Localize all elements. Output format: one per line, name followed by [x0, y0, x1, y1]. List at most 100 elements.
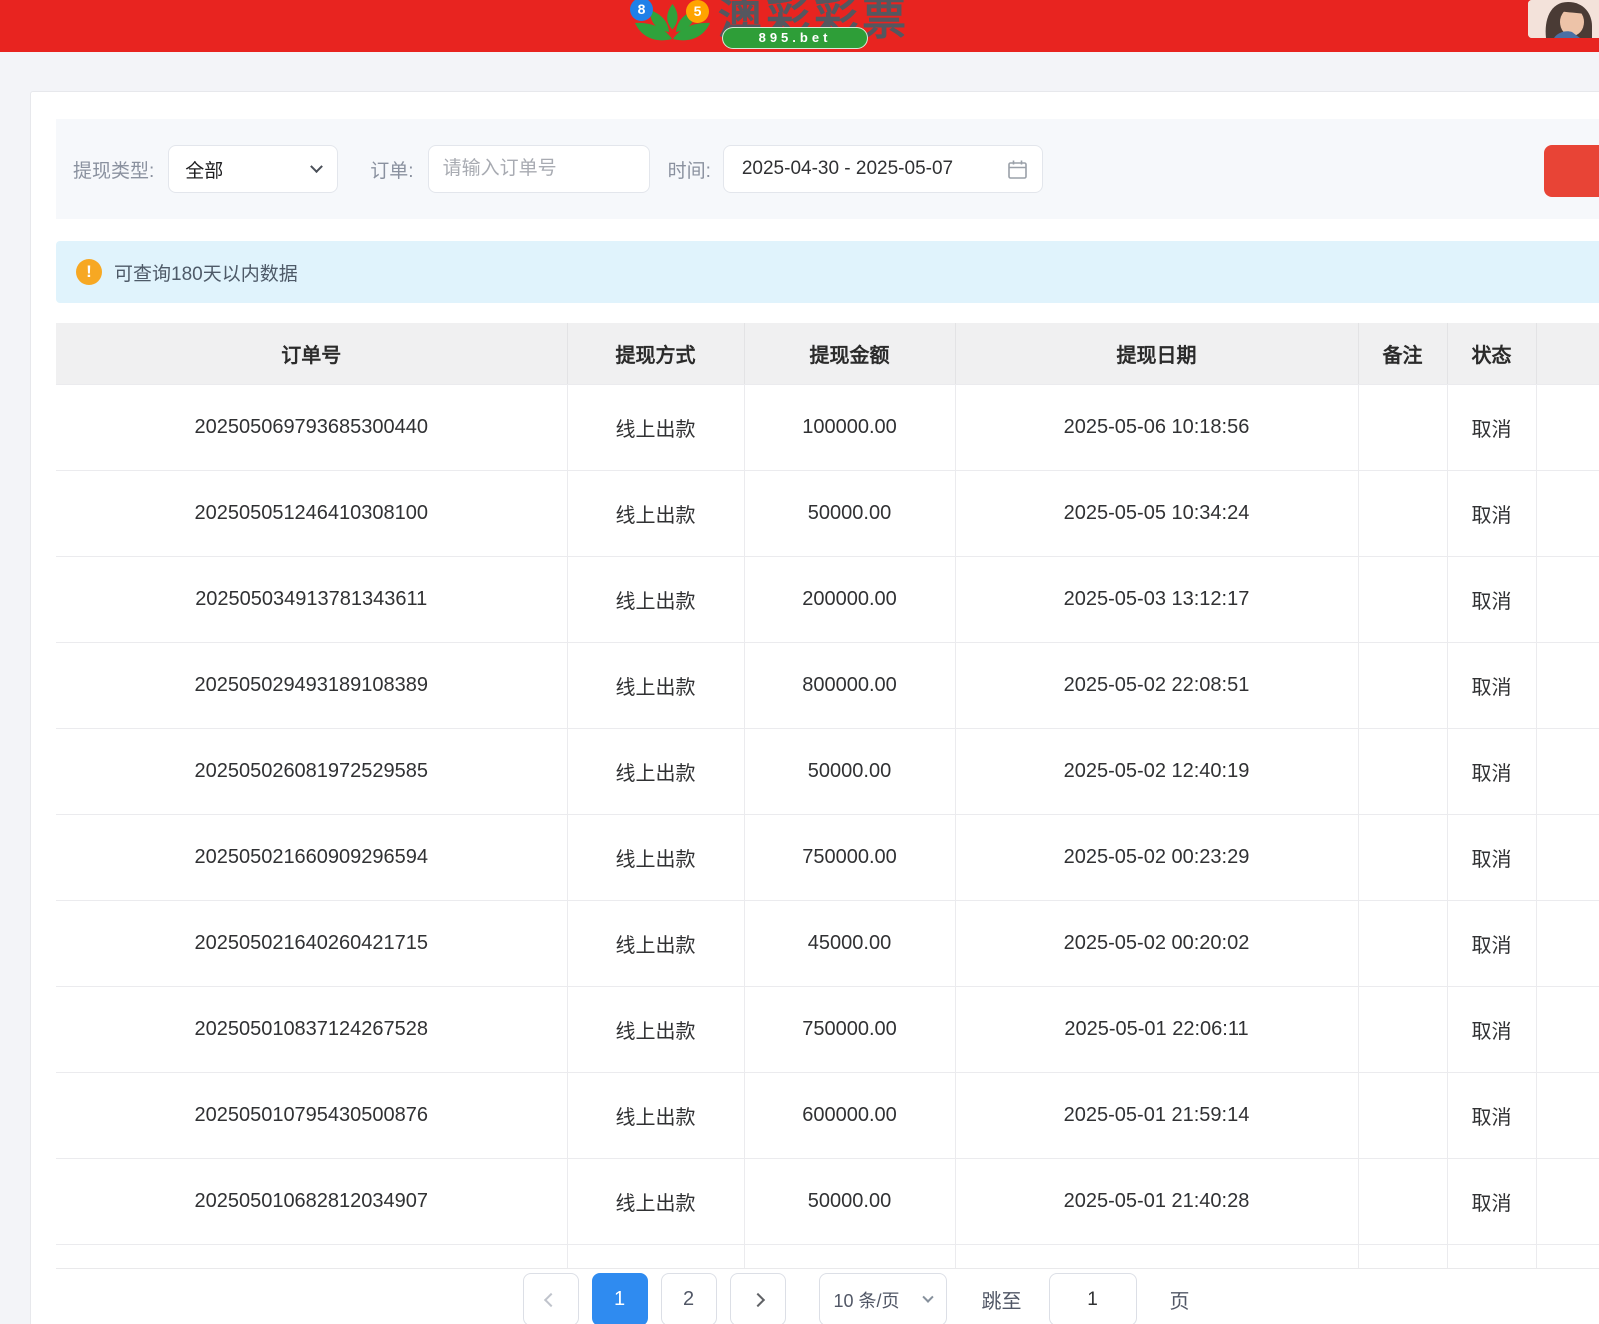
cell-method: 线上出款: [567, 1158, 744, 1244]
table-row: 202505034913781343611 线上出款 200000.00 202…: [56, 556, 1599, 642]
table-row: 202505010837124267528 线上出款 750000.00 202…: [56, 986, 1599, 1072]
cell-date: 2025-05-02 22:08:51: [955, 642, 1358, 728]
page-size-select[interactable]: 10 条/页: [819, 1273, 947, 1324]
cell-amount: 50000.00: [744, 470, 955, 556]
cell-extra: [1536, 1072, 1599, 1158]
cell-extra: [1536, 986, 1599, 1072]
brand-domain-pill: 895.bet: [722, 27, 868, 49]
page-button-2[interactable]: 2: [661, 1273, 717, 1324]
table-header: 订单号 提现方式 提现金额 提现日期 备注 状态: [56, 323, 1599, 384]
chevron-right-icon: [750, 1292, 764, 1306]
cell-remark: [1358, 642, 1447, 728]
cell-amount: 600000.00: [744, 1072, 955, 1158]
brand-logo[interactable]: 8 5 澳彩彩票 895.bet: [630, 0, 880, 52]
cell-status: 取消: [1447, 900, 1536, 986]
warning-icon: !: [76, 259, 102, 285]
calendar-icon: [1007, 159, 1028, 180]
cell-order-no: 202505051246410308100: [56, 470, 567, 556]
cell-amount: 750000.00: [744, 986, 955, 1072]
cell-order-no: 202505029493189108389: [56, 642, 567, 728]
date-range-picker[interactable]: 2025-04-30 - 2025-05-07: [723, 145, 1043, 193]
cell-date: 2025-05-03 13:12:17: [955, 556, 1358, 642]
ball-5-badge: 5: [686, 0, 709, 23]
cell-remark: [1358, 384, 1447, 470]
table-header-row: 订单号 提现方式 提现金额 提现日期 备注 状态: [56, 323, 1599, 384]
column-header-extra: [1536, 323, 1599, 384]
cell-remark: [1358, 1158, 1447, 1244]
pagination-bar: 1 2 10 条/页 跳至 页: [56, 1271, 1599, 1324]
cell-status: 取消: [1447, 1072, 1536, 1158]
cell-date: 2025-05-02 12:40:19: [955, 728, 1358, 814]
cell-method: 线上出款: [567, 814, 744, 900]
cell-status: 取消: [1447, 814, 1536, 900]
filter-bar: 提现类型: 全部 订单: 时间: 2025-04-30 - 2025-05-07: [56, 119, 1599, 219]
cell-amount: 50000.00: [744, 1158, 955, 1244]
notice-banner: ! 可查询180天以内数据: [56, 241, 1599, 303]
order-number-input[interactable]: [429, 146, 649, 192]
cell-method: 线上出款: [567, 986, 744, 1072]
jump-to-label: 跳至: [982, 1285, 1022, 1314]
chevron-down-icon: [922, 1291, 933, 1302]
cell-remark: [1358, 986, 1447, 1072]
cell-date: 2025-05-02 00:23:29: [955, 814, 1358, 900]
column-header-method: 提现方式: [567, 323, 744, 384]
table-row: 202505021640260421715 线上出款 45000.00 2025…: [56, 900, 1599, 986]
order-label: 订单:: [370, 156, 413, 183]
cell-remark: [1358, 900, 1447, 986]
cell-status: 取消: [1447, 1158, 1536, 1244]
cell-date: 2025-05-02 00:20:02: [955, 900, 1358, 986]
withdrawals-table: 订单号 提现方式 提现金额 提现日期 备注 状态 202505069793685…: [56, 323, 1599, 1269]
cell-amount: 45000.00: [744, 900, 955, 986]
cell-method: 线上出款: [567, 642, 744, 728]
table-row: 202505069793685300440 线上出款 100000.00 202…: [56, 384, 1599, 470]
cell-amount: 200000.00: [744, 556, 955, 642]
table-row: 202505051246410308100 线上出款 50000.00 2025…: [56, 470, 1599, 556]
cell-extra: [1536, 814, 1599, 900]
header-bar: 8 5 澳彩彩票 895.bet: [0, 0, 1599, 52]
withdraw-records-card: 提现类型: 全部 订单: 时间: 2025-04-30 - 2025-05-07…: [30, 91, 1599, 1324]
date-range-value: 2025-04-30 - 2025-05-07: [742, 158, 953, 180]
cell-amount: 100000.00: [744, 384, 955, 470]
column-header-remark: 备注: [1358, 323, 1447, 384]
cell-remark: [1358, 1072, 1447, 1158]
cell-date: 2025-05-06 10:18:56: [955, 384, 1358, 470]
cell-method: 线上出款: [567, 900, 744, 986]
cell-remark: [1358, 470, 1447, 556]
cell-date: 2025-05-05 10:34:24: [955, 470, 1358, 556]
cell-extra: [1536, 556, 1599, 642]
cell-remark: [1358, 728, 1447, 814]
cell-method: 线上出款: [567, 728, 744, 814]
search-button[interactable]: [1544, 145, 1599, 197]
cell-order-no: 202505021640260421715: [56, 900, 567, 986]
cell-order-no: 202505021660909296594: [56, 814, 567, 900]
cell-order-no: 202505010795430500876: [56, 1072, 567, 1158]
table-row: 202505029493189108389 线上出款 800000.00 202…: [56, 642, 1599, 728]
user-avatar[interactable]: [1528, 0, 1599, 38]
chevron-down-icon: [310, 160, 323, 173]
next-page-button[interactable]: [730, 1273, 786, 1324]
withdraw-type-select[interactable]: 全部: [168, 145, 338, 193]
table-bottom-stub: [56, 1244, 1599, 1268]
time-label: 时间:: [668, 156, 711, 183]
prev-page-button[interactable]: [523, 1273, 579, 1324]
column-header-date: 提现日期: [955, 323, 1358, 384]
cell-status: 取消: [1447, 728, 1536, 814]
page-button-1[interactable]: 1: [592, 1273, 648, 1324]
cell-order-no: 202505010837124267528: [56, 986, 567, 1072]
table-row: 202505010795430500876 线上出款 600000.00 202…: [56, 1072, 1599, 1158]
order-input-box: [428, 145, 650, 193]
cell-order-no: 202505026081972529585: [56, 728, 567, 814]
cell-extra: [1536, 1158, 1599, 1244]
table-row: 202505010682812034907 线上出款 50000.00 2025…: [56, 1158, 1599, 1244]
cell-status: 取消: [1447, 642, 1536, 728]
column-header-amount: 提现金额: [744, 323, 955, 384]
jump-page-input[interactable]: [1049, 1273, 1137, 1324]
withdraw-type-label: 提现类型:: [73, 156, 154, 183]
cell-amount: 750000.00: [744, 814, 955, 900]
cell-status: 取消: [1447, 384, 1536, 470]
cell-extra: [1536, 470, 1599, 556]
cell-extra: [1536, 900, 1599, 986]
chevron-left-icon: [543, 1292, 557, 1306]
selected-type-value: 全部: [185, 156, 223, 183]
cell-extra: [1536, 728, 1599, 814]
